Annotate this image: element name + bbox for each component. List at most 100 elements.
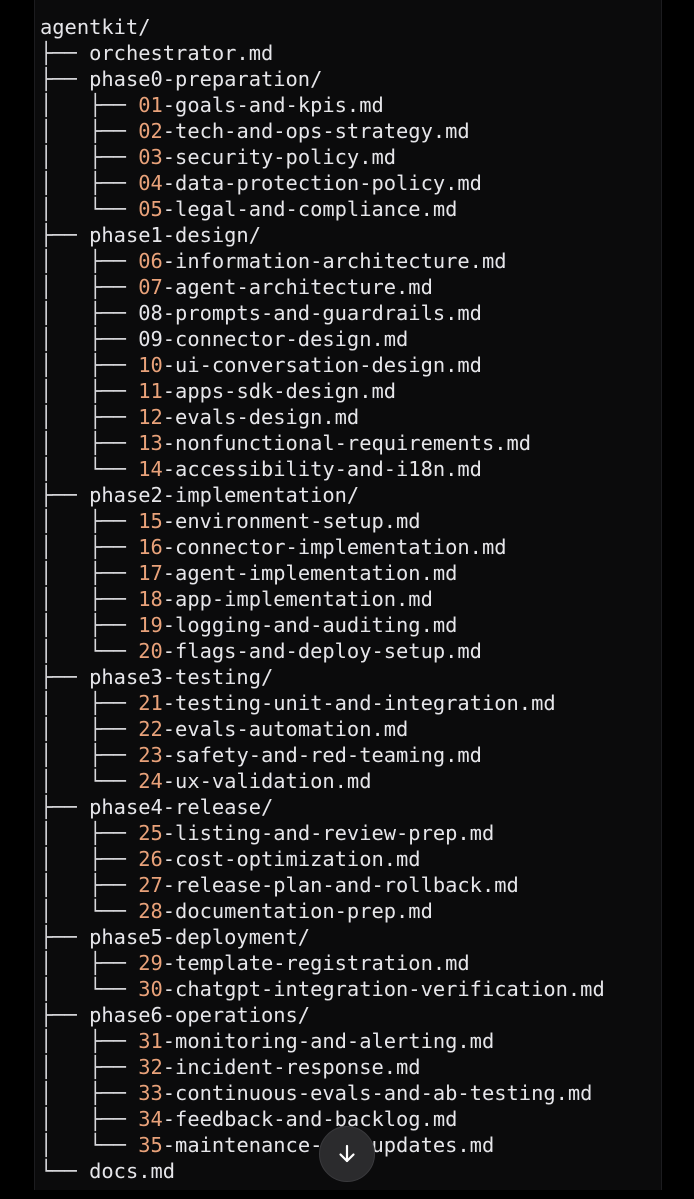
tree-entry: │ ├── 16-connector-implementation.md (40, 534, 605, 560)
tree-entry: │ └── 28-documentation-prep.md (40, 898, 605, 924)
file-name: -flags-and-deploy-setup.md (162, 639, 482, 663)
file-number: 07 (138, 275, 163, 299)
tree-branch: │ └── (40, 197, 139, 221)
file-name: -safety-and-red-teaming.md (162, 743, 482, 767)
tree-entry: │ └── 05-legal-and-compliance.md (40, 196, 605, 222)
tree-branch: │ ├── (40, 847, 139, 871)
tree-entry: │ └── 20-flags-and-deploy-setup.md (40, 638, 605, 664)
tree-entry: ├── orchestrator.md (40, 40, 605, 66)
tree-entry: │ ├── 10-ui-conversation-design.md (40, 352, 605, 378)
tree-branch: ├── (40, 41, 90, 65)
tree-branch: │ ├── (40, 509, 139, 533)
file-name: -agent-implementation.md (162, 561, 458, 585)
file-number: 26 (138, 847, 163, 871)
tree-branch: │ ├── (40, 1055, 139, 1079)
file-name: -agent-architecture.md (162, 275, 433, 299)
file-number: 05 (138, 197, 163, 221)
file-name: -monitoring-and-alerting.md (162, 1029, 495, 1053)
tree-entry: ├── phase5-deployment/ (40, 924, 605, 950)
tree-branch: │ ├── (40, 535, 139, 559)
tree-branch: │ ├── (40, 717, 139, 741)
tree-entry: ├── phase4-release/ (40, 794, 605, 820)
tree-entry: │ ├── 25-listing-and-review-prep.md (40, 820, 605, 846)
file-name: orchestrator.md (89, 41, 274, 65)
tree-branch: │ ├── (40, 873, 139, 897)
tree-branch: ├── (40, 665, 90, 689)
tree-branch: ├── (40, 483, 90, 507)
file-number: 23 (138, 743, 163, 767)
file-name: -testing-unit-and-integration.md (162, 691, 556, 715)
file-name: phase5-deployment/ (89, 925, 311, 949)
file-number: 34 (138, 1107, 163, 1131)
file-number: 12 (138, 405, 163, 429)
file-name: 09-connector-design.md (138, 327, 409, 351)
file-number: 03 (138, 145, 163, 169)
file-number: 02 (138, 119, 163, 143)
tree-branch: │ ├── (40, 821, 139, 845)
file-name: -tech-and-ops-strategy.md (162, 119, 470, 143)
tree-branch: ├── (40, 1003, 90, 1027)
tree-entry: │ ├── 09-connector-design.md (40, 326, 605, 352)
tree-entry: │ └── 30-chatgpt-integration-verificatio… (40, 976, 605, 1002)
tree-branch: │ ├── (40, 743, 139, 767)
file-number: 01 (138, 93, 163, 117)
tree-branch: │ ├── (40, 431, 139, 455)
file-name: phase6-operations/ (89, 1003, 311, 1027)
file-name: -documentation-prep.md (162, 899, 433, 923)
file-name: -goals-and-kpis.md (162, 93, 384, 117)
tree-branch: │ └── (40, 1133, 139, 1157)
file-name: -ui-conversation-design.md (162, 353, 482, 377)
tree-branch: │ ├── (40, 301, 139, 325)
tree-branch: │ ├── (40, 613, 139, 637)
file-number: 06 (138, 249, 163, 273)
tree-entry: ├── phase3-testing/ (40, 664, 605, 690)
file-name: -evals-design.md (162, 405, 360, 429)
file-number: 19 (138, 613, 163, 637)
tree-entry: │ ├── 33-continuous-evals-and-ab-testing… (40, 1080, 605, 1106)
file-name: -nonfunctional-requirements.md (162, 431, 532, 455)
file-number: 13 (138, 431, 163, 455)
tree-entries: ├── orchestrator.md ├── phase0-preparatio… (40, 40, 605, 1184)
tree-entry: │ ├── 15-environment-setup.md (40, 508, 605, 534)
file-name: phase0-preparation/ (89, 67, 323, 91)
tree-entry: │ ├── 08-prompts-and-guardrails.md (40, 300, 605, 326)
tree-entry: │ ├── 03-security-policy.md (40, 144, 605, 170)
tree-branch: │ └── (40, 639, 139, 663)
file-tree: agentkit/├── orchestrator.md ├── phase0-p… (40, 14, 605, 1184)
file-number: 35 (138, 1133, 163, 1157)
tree-entry: │ ├── 02-tech-and-ops-strategy.md (40, 118, 605, 144)
file-name: -apps-sdk-design.md (162, 379, 397, 403)
scroll-to-bottom-button[interactable] (319, 1126, 375, 1182)
file-number: 17 (138, 561, 163, 585)
tree-entry: │ ├── 17-agent-implementation.md (40, 560, 605, 586)
file-name: -environment-setup.md (162, 509, 421, 533)
tree-entry: │ ├── 13-nonfunctional-requirements.md (40, 430, 605, 456)
file-number: 27 (138, 873, 163, 897)
tree-entry: │ ├── 32-incident-response.md (40, 1054, 605, 1080)
tree-branch: │ └── (40, 899, 139, 923)
file-number: 28 (138, 899, 163, 923)
file-name: -listing-and-review-prep.md (162, 821, 495, 845)
file-number: 25 (138, 821, 163, 845)
tree-branch: │ └── (40, 769, 139, 793)
file-number: 20 (138, 639, 163, 663)
file-name: -legal-and-compliance.md (162, 197, 458, 221)
file-name: -release-plan-and-rollback.md (162, 873, 519, 897)
tree-entry: ├── phase2-implementation/ (40, 482, 605, 508)
tree-branch: │ ├── (40, 275, 139, 299)
tree-entry: │ ├── 29-template-registration.md (40, 950, 605, 976)
file-number: 04 (138, 171, 163, 195)
tree-entry: │ ├── 21-testing-unit-and-integration.md (40, 690, 605, 716)
tree-branch: │ ├── (40, 405, 139, 429)
file-name: -incident-response.md (162, 1055, 421, 1079)
tree-branch: │ └── (40, 457, 139, 481)
file-number: 29 (138, 951, 163, 975)
tree-entry: │ ├── 19-logging-and-auditing.md (40, 612, 605, 638)
tree-entry: │ ├── 27-release-plan-and-rollback.md (40, 872, 605, 898)
file-name: 08-prompts-and-guardrails.md (138, 301, 482, 325)
file-number: 32 (138, 1055, 163, 1079)
tree-branch: │ ├── (40, 93, 139, 117)
tree-entry: │ ├── 11-apps-sdk-design.md (40, 378, 605, 404)
file-name: -logging-and-auditing.md (162, 613, 458, 637)
tree-branch: │ ├── (40, 1081, 139, 1105)
